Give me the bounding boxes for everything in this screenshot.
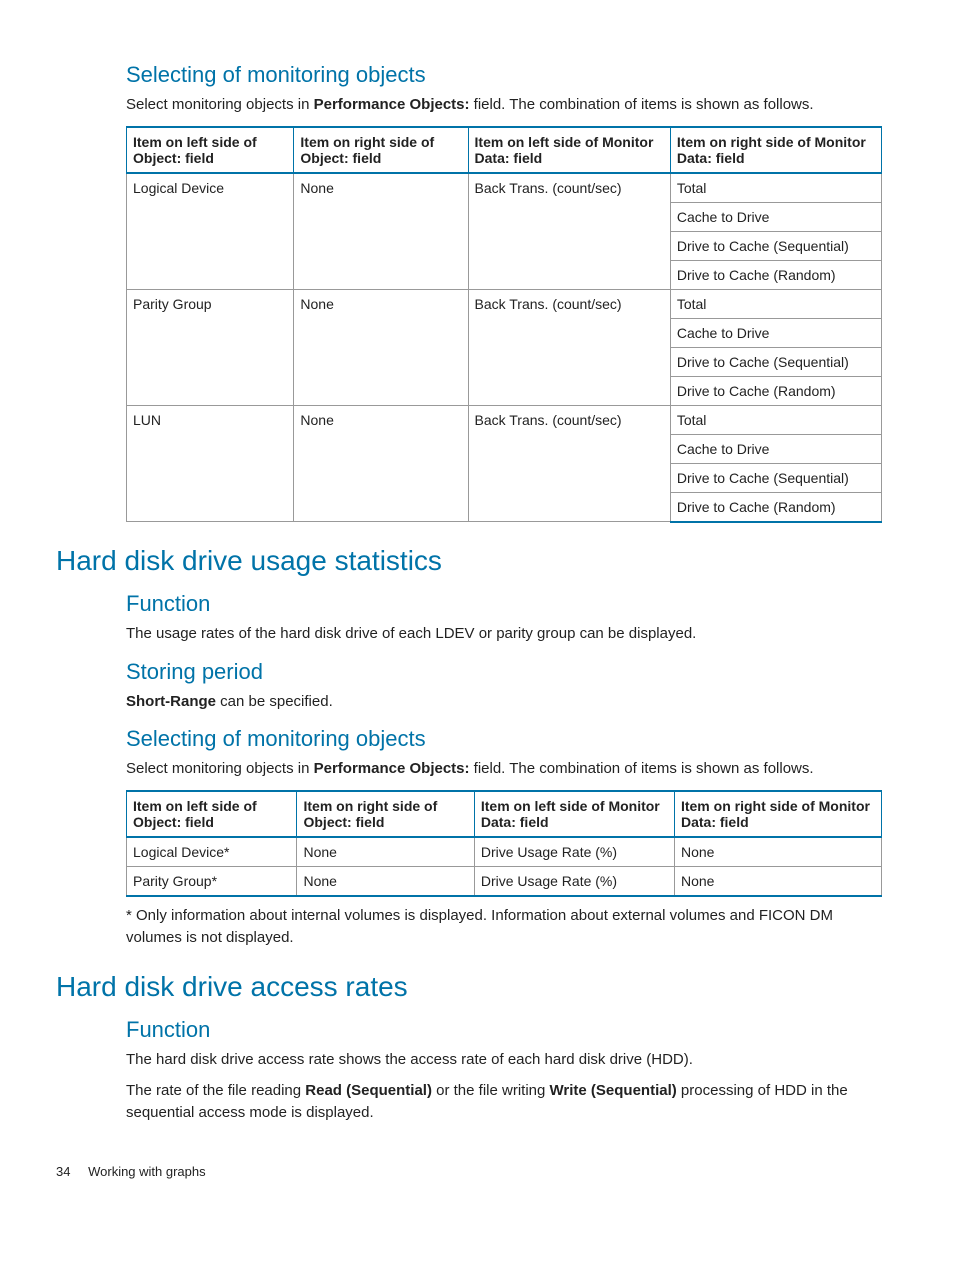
col-header: Item on right side of Monitor Data: fiel… — [674, 791, 881, 837]
text: Select monitoring objects in — [126, 96, 314, 113]
cell: Drive to Cache (Random) — [670, 492, 881, 522]
cell: Total — [670, 173, 881, 203]
text: field. The combination of items is shown… — [470, 760, 814, 777]
cell: Total — [670, 289, 881, 318]
bold-text: Write (Sequential) — [550, 1082, 677, 1099]
table-header-row: Item on left side of Object: field Item … — [127, 791, 882, 837]
table-row: Parity Group* None Drive Usage Rate (%) … — [127, 867, 882, 897]
heading-selecting-2: Selecting of monitoring objects — [56, 726, 890, 752]
table-row: Logical Device* None Drive Usage Rate (%… — [127, 837, 882, 867]
text: Select monitoring objects in — [126, 760, 314, 777]
heading-selecting-1: Selecting of monitoring objects — [56, 62, 890, 88]
cell: None — [674, 867, 881, 897]
cell: None — [674, 837, 881, 867]
cell: Back Trans. (count/sec) — [468, 173, 670, 290]
para-access-2: The rate of the file reading Read (Seque… — [56, 1080, 890, 1124]
cell: Parity Group — [127, 289, 294, 405]
col-header: Item on left side of Monitor Data: field — [474, 791, 674, 837]
heading-hdd-usage: Hard disk drive usage statistics — [56, 545, 890, 577]
table-row: Parity Group None Back Trans. (count/sec… — [127, 289, 882, 318]
cell: None — [294, 173, 468, 290]
cell: Drive to Cache (Sequential) — [670, 463, 881, 492]
text: can be specified. — [216, 693, 333, 710]
text: or the file writing — [432, 1082, 550, 1099]
cell: Parity Group* — [127, 867, 297, 897]
heading-hdd-access: Hard disk drive access rates — [56, 971, 890, 1003]
cell: Drive Usage Rate (%) — [474, 867, 674, 897]
cell: Logical Device — [127, 173, 294, 290]
cell: None — [297, 837, 474, 867]
col-header: Item on left side of Object: field — [127, 791, 297, 837]
bold-text: Performance Objects: — [314, 760, 470, 777]
cell: Back Trans. (count/sec) — [468, 289, 670, 405]
bold-text: Performance Objects: — [314, 96, 470, 113]
cell: None — [297, 867, 474, 897]
cell: LUN — [127, 405, 294, 522]
cell: Cache to Drive — [670, 202, 881, 231]
cell: Drive to Cache (Sequential) — [670, 231, 881, 260]
heading-function-1: Function — [56, 591, 890, 617]
cell: Back Trans. (count/sec) — [468, 405, 670, 522]
cell: Cache to Drive — [670, 434, 881, 463]
cell: Drive to Cache (Random) — [670, 376, 881, 405]
bold-text: Read (Sequential) — [305, 1082, 432, 1099]
cell: Cache to Drive — [670, 318, 881, 347]
table-monitoring-objects-1: Item on left side of Object: field Item … — [126, 126, 882, 523]
cell: None — [294, 289, 468, 405]
heading-storing: Storing period — [56, 659, 890, 685]
text: field. The combination of items is shown… — [470, 96, 814, 113]
col-header: Item on left side of Monitor Data: field — [468, 127, 670, 173]
cell: Logical Device* — [127, 837, 297, 867]
col-header: Item on left side of Object: field — [127, 127, 294, 173]
table-row: Logical Device None Back Trans. (count/s… — [127, 173, 882, 203]
cell: Drive Usage Rate (%) — [474, 837, 674, 867]
para-storing: Short-Range can be specified. — [56, 691, 890, 713]
col-header: Item on right side of Object: field — [297, 791, 474, 837]
para-access-1: The hard disk drive access rate shows th… — [56, 1049, 890, 1071]
bold-text: Short-Range — [126, 693, 216, 710]
heading-function-2: Function — [56, 1017, 890, 1043]
cell: Total — [670, 405, 881, 434]
footer-label: Working with graphs — [88, 1164, 206, 1179]
col-header: Item on right side of Monitor Data: fiel… — [670, 127, 881, 173]
para-function-1: The usage rates of the hard disk drive o… — [56, 623, 890, 645]
table-row: LUN None Back Trans. (count/sec) Total — [127, 405, 882, 434]
cell: None — [294, 405, 468, 522]
table-monitoring-objects-2: Item on left side of Object: field Item … — [126, 790, 882, 897]
page-footer: 34 Working with graphs — [56, 1164, 890, 1179]
para-note: * Only information about internal volume… — [56, 905, 890, 949]
table-header-row: Item on left side of Object: field Item … — [127, 127, 882, 173]
text: The rate of the file reading — [126, 1082, 305, 1099]
para-selecting-2: Select monitoring objects in Performance… — [56, 758, 890, 780]
para-selecting-1: Select monitoring objects in Performance… — [56, 94, 890, 116]
cell: Drive to Cache (Random) — [670, 260, 881, 289]
col-header: Item on right side of Object: field — [294, 127, 468, 173]
page-number: 34 — [56, 1164, 70, 1179]
cell: Drive to Cache (Sequential) — [670, 347, 881, 376]
